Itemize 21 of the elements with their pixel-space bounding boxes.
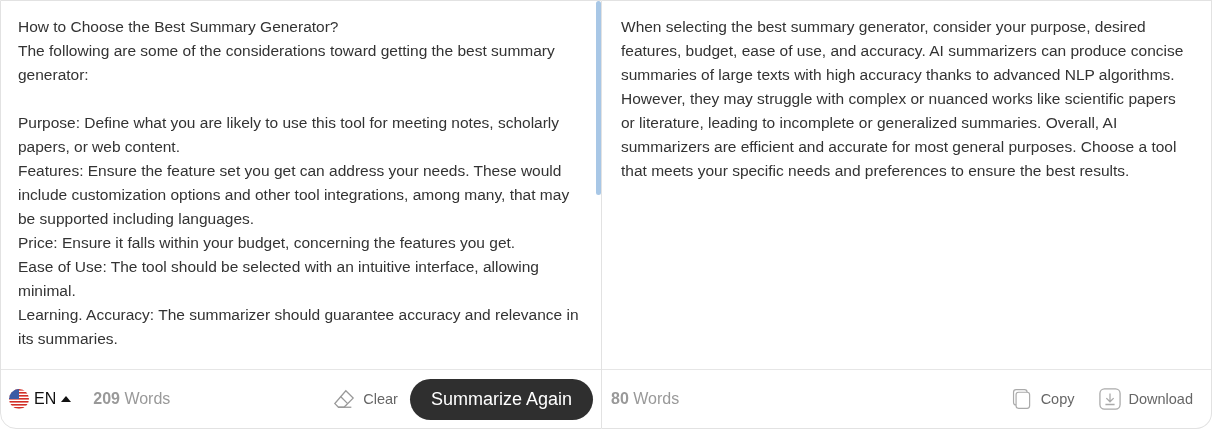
copy-icon <box>1010 388 1033 410</box>
word-count: 80 Words <box>611 390 680 408</box>
text-line: The following are some of the considerations toward getting the best summary generator: <box>18 41 556 85</box>
download-icon <box>1098 388 1121 410</box>
caret-icon <box>61 396 72 402</box>
word-count: 209 Words <box>93 390 171 408</box>
summarize-again-button[interactable]: Summarize Again <box>409 378 593 420</box>
text-line: Price: Ensure it falls within your budget, concerning the features you get. <box>18 233 517 253</box>
eraser-icon <box>333 388 356 410</box>
text-line: How to Choose the Best Summary Generator? <box>18 17 340 37</box>
flag-icon <box>9 389 29 409</box>
text-line: Features: Ensure the feature set you get can address your needs. These would include customization options and other tool integrations, among many, that may be supported including languages. <box>18 161 571 229</box>
language-selector[interactable]: EN <box>9 389 72 409</box>
download-button[interactable]: Download <box>1098 388 1193 410</box>
text-line: Ease of Use: The tool should be selected with an intuitive interface, allowing minimal. <box>18 257 540 301</box>
clear-button[interactable]: Clear <box>333 388 398 410</box>
summary-text: When selecting the best summary generator, consider your purpose, desired features, budget, ease of use, and accuracy. AI summarizers can produce concise summaries of large texts with high accuracy thanks to advanced NLP algorithms. However, they may struggle with complex or nuanced works like scientific papers or literature, leading to incomplete or generalized summaries. Overall, AI summarizers are efficient and accurate for most general purposes. Choose a tool that meets your specific needs and preferences to ensure the best results. <box>620 17 1185 181</box>
text-line: Learning. Accuracy: The summarizer should guarantee accuracy and relevance in its summaries. <box>18 305 580 349</box>
copy-button[interactable]: Copy <box>1010 388 1075 410</box>
scrollbar-thumb[interactable] <box>596 1 601 195</box>
text-line: Purpose: Define what you are likely to use this tool for meeting notes, scholarly papers, or web content. <box>18 113 561 157</box>
